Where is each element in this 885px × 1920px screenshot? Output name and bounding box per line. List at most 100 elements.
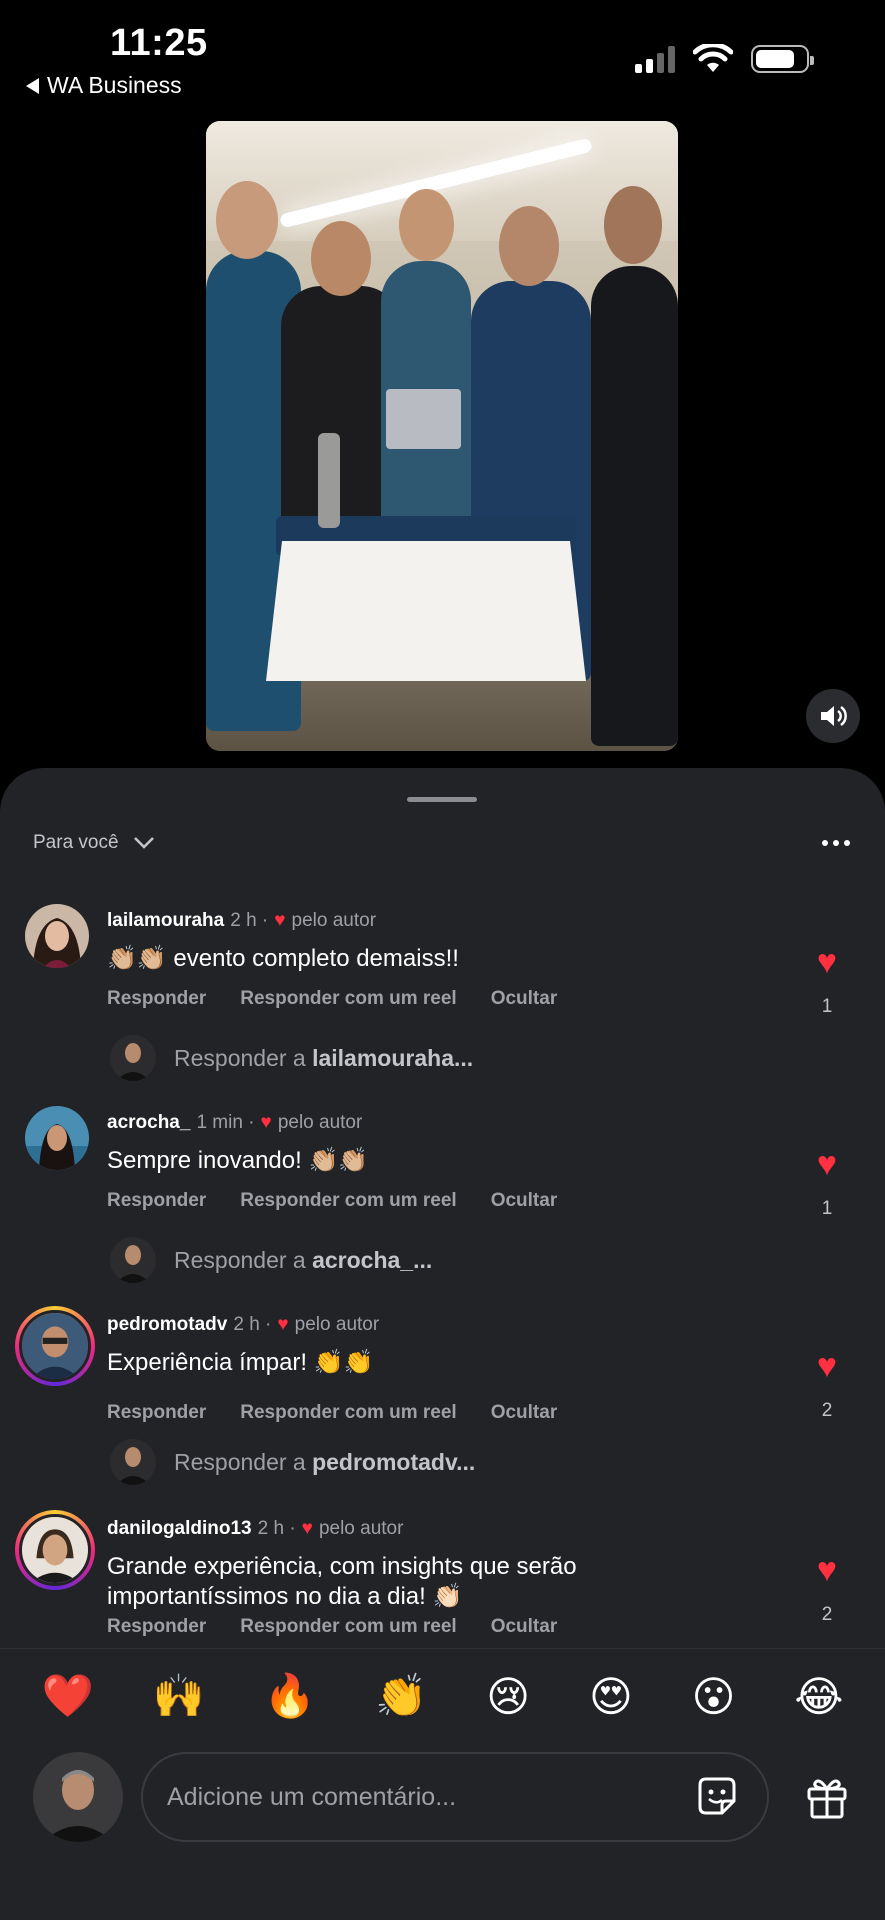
sheet-drag-handle[interactable] — [407, 797, 477, 802]
comment-meta: lailamouraha 2 h · ♥ pelo autor — [107, 910, 376, 932]
emoji-raised-hands-button[interactable]: 🙌 — [153, 1672, 205, 1721]
heart-icon: ♥ — [816, 943, 838, 981]
like-count: 1 — [821, 1198, 833, 1219]
author-liked-heart-icon: ♥ — [277, 1314, 289, 1335]
chevron-down-icon — [133, 837, 154, 849]
like-count: 1 — [821, 996, 833, 1017]
avatar[interactable] — [25, 1106, 89, 1170]
reply-to-comment-field[interactable]: Responder a acrocha_... — [110, 1237, 432, 1283]
emoji-heart-eyes-button[interactable]: 😍 — [589, 1672, 633, 1721]
volume-button[interactable] — [806, 689, 860, 743]
comment-composer: Adicione um comentário... — [0, 1744, 885, 1920]
comment-meta: pedromotadv 2 h · ♥ pelo autor — [107, 1314, 379, 1336]
clock: 11:25 — [110, 22, 208, 64]
comment-time: 2 h · — [230, 910, 269, 931]
comment-time: 2 h · — [233, 1314, 272, 1335]
emoji-crying-button[interactable]: 😢 — [486, 1672, 530, 1721]
like-count: 2 — [821, 1604, 833, 1625]
comment-username[interactable]: acrocha_ — [107, 1112, 190, 1134]
reply-to-comment-field[interactable]: Responder a pedromotadv... — [110, 1439, 475, 1485]
comment-item: pedromotadv 2 h · ♥ pelo autor Experiênc… — [0, 1306, 885, 1508]
avatar[interactable] — [25, 904, 89, 968]
hide-button[interactable]: Ocultar — [491, 988, 558, 1010]
comment-input-placeholder: Adicione um comentário... — [167, 1782, 457, 1811]
reply-with-reel-button[interactable]: Responder com um reel — [240, 1402, 456, 1424]
comment-meta: acrocha_ 1 min · ♥ pelo autor — [107, 1112, 362, 1134]
reply-button[interactable]: Responder — [107, 1402, 206, 1424]
comment-username[interactable]: lailamouraha — [107, 910, 224, 932]
emoji-clap-button[interactable]: 👏 — [375, 1672, 427, 1721]
comment-actions: Responder Responder com um reel Ocultar — [107, 988, 557, 1010]
author-liked-label: pelo autor — [291, 910, 377, 931]
comment-username[interactable]: danilogaldino13 — [107, 1518, 252, 1540]
sticker-icon[interactable] — [694, 1773, 740, 1819]
reel-video[interactable] — [206, 121, 678, 751]
like-button[interactable]: ♥ 1 — [805, 944, 849, 1018]
author-liked-heart-icon: ♥ — [260, 1112, 272, 1133]
comment-input[interactable]: Adicione um comentário... — [141, 1752, 769, 1842]
author-liked-label: pelo autor — [318, 1518, 404, 1539]
emoji-fire-button[interactable]: 🔥 — [264, 1672, 316, 1721]
wifi-icon — [693, 44, 733, 72]
reply-to-comment-field[interactable]: Responder a lailamouraha... — [110, 1035, 473, 1081]
back-to-app-button[interactable]: WA Business — [26, 72, 182, 99]
user-avatar — [110, 1439, 156, 1485]
reply-button[interactable]: Responder — [107, 1190, 206, 1212]
reply-prefix: Responder a — [174, 1448, 306, 1475]
comment-text: 👏🏼👏🏼 evento completo demaiss!! — [107, 945, 459, 972]
gift-icon[interactable] — [803, 1773, 851, 1821]
reply-button[interactable]: Responder — [107, 988, 206, 1010]
back-arrow-icon — [26, 77, 39, 94]
heart-icon: ♥ — [816, 1145, 838, 1183]
author-liked-heart-icon: ♥ — [274, 910, 286, 931]
speaker-icon — [821, 705, 847, 727]
reply-target: acrocha_... — [312, 1246, 433, 1273]
comment-item: lailamouraha 2 h · ♥ pelo autor 👏🏼👏🏼 eve… — [0, 904, 885, 1104]
emoji-laughing-button[interactable]: 😂 — [794, 1672, 843, 1721]
hide-button[interactable]: Ocultar — [491, 1402, 558, 1424]
reply-prefix: Responder a — [174, 1246, 306, 1273]
comment-text: Experiência ímpar! 👏👏 — [107, 1349, 374, 1376]
comment-actions: Responder Responder com um reel Ocultar — [107, 1402, 557, 1424]
reply-with-reel-button[interactable]: Responder com um reel — [240, 988, 456, 1010]
reply-with-reel-button[interactable]: Responder com um reel — [240, 1190, 456, 1212]
filter-label: Para você — [33, 832, 119, 853]
like-button[interactable]: ♥ 2 — [805, 1552, 849, 1626]
comment-time: 1 min · — [196, 1112, 255, 1133]
comment-actions: Responder Responder com um reel Ocultar — [107, 1190, 557, 1212]
comment-text: Sempre inovando! 👏🏼👏🏼 — [107, 1147, 369, 1174]
more-options-icon[interactable] — [822, 840, 850, 846]
comment-username[interactable]: pedromotadv — [107, 1314, 227, 1336]
comment-actions: Responder Responder com um reel Ocultar — [107, 1616, 557, 1638]
comment-time: 2 h · — [257, 1518, 296, 1539]
user-avatar — [110, 1237, 156, 1283]
author-liked-heart-icon: ♥ — [301, 1518, 313, 1539]
heart-icon: ♥ — [816, 1551, 838, 1589]
cellular-signal-icon — [635, 45, 675, 73]
emoji-heart-button[interactable]: ❤️ — [41, 1672, 93, 1721]
status-bar: 11:25 WA Business — [0, 0, 885, 110]
hide-button[interactable]: Ocultar — [491, 1190, 558, 1212]
reply-button[interactable]: Responder — [107, 1616, 206, 1638]
status-icons — [635, 44, 814, 74]
reply-prefix: Responder a — [174, 1044, 306, 1071]
like-button[interactable]: ♥ 1 — [805, 1146, 849, 1220]
author-liked-label: pelo autor — [277, 1112, 363, 1133]
author-liked-label: pelo autor — [294, 1314, 380, 1335]
comment-meta: danilogaldino13 2 h · ♥ pelo autor — [107, 1518, 403, 1540]
reply-target: lailamouraha... — [312, 1044, 474, 1071]
emoji-surprised-button[interactable]: 😮 — [692, 1672, 736, 1721]
like-button[interactable]: ♥ 2 — [805, 1348, 849, 1422]
avatar-with-story-ring[interactable] — [15, 1306, 95, 1386]
avatar-with-story-ring[interactable] — [15, 1510, 95, 1590]
current-user-avatar — [33, 1752, 123, 1842]
battery-icon — [751, 45, 814, 73]
reply-with-reel-button[interactable]: Responder com um reel — [240, 1616, 456, 1638]
back-app-label: WA Business — [47, 72, 182, 98]
hide-button[interactable]: Ocultar — [491, 1616, 558, 1638]
heart-icon: ♥ — [816, 1347, 838, 1385]
comment-filter-dropdown[interactable]: Para você — [33, 832, 155, 854]
comment-item: acrocha_ 1 min · ♥ pelo autor Sempre ino… — [0, 1106, 885, 1306]
like-count: 2 — [821, 1400, 833, 1421]
user-avatar — [110, 1035, 156, 1081]
